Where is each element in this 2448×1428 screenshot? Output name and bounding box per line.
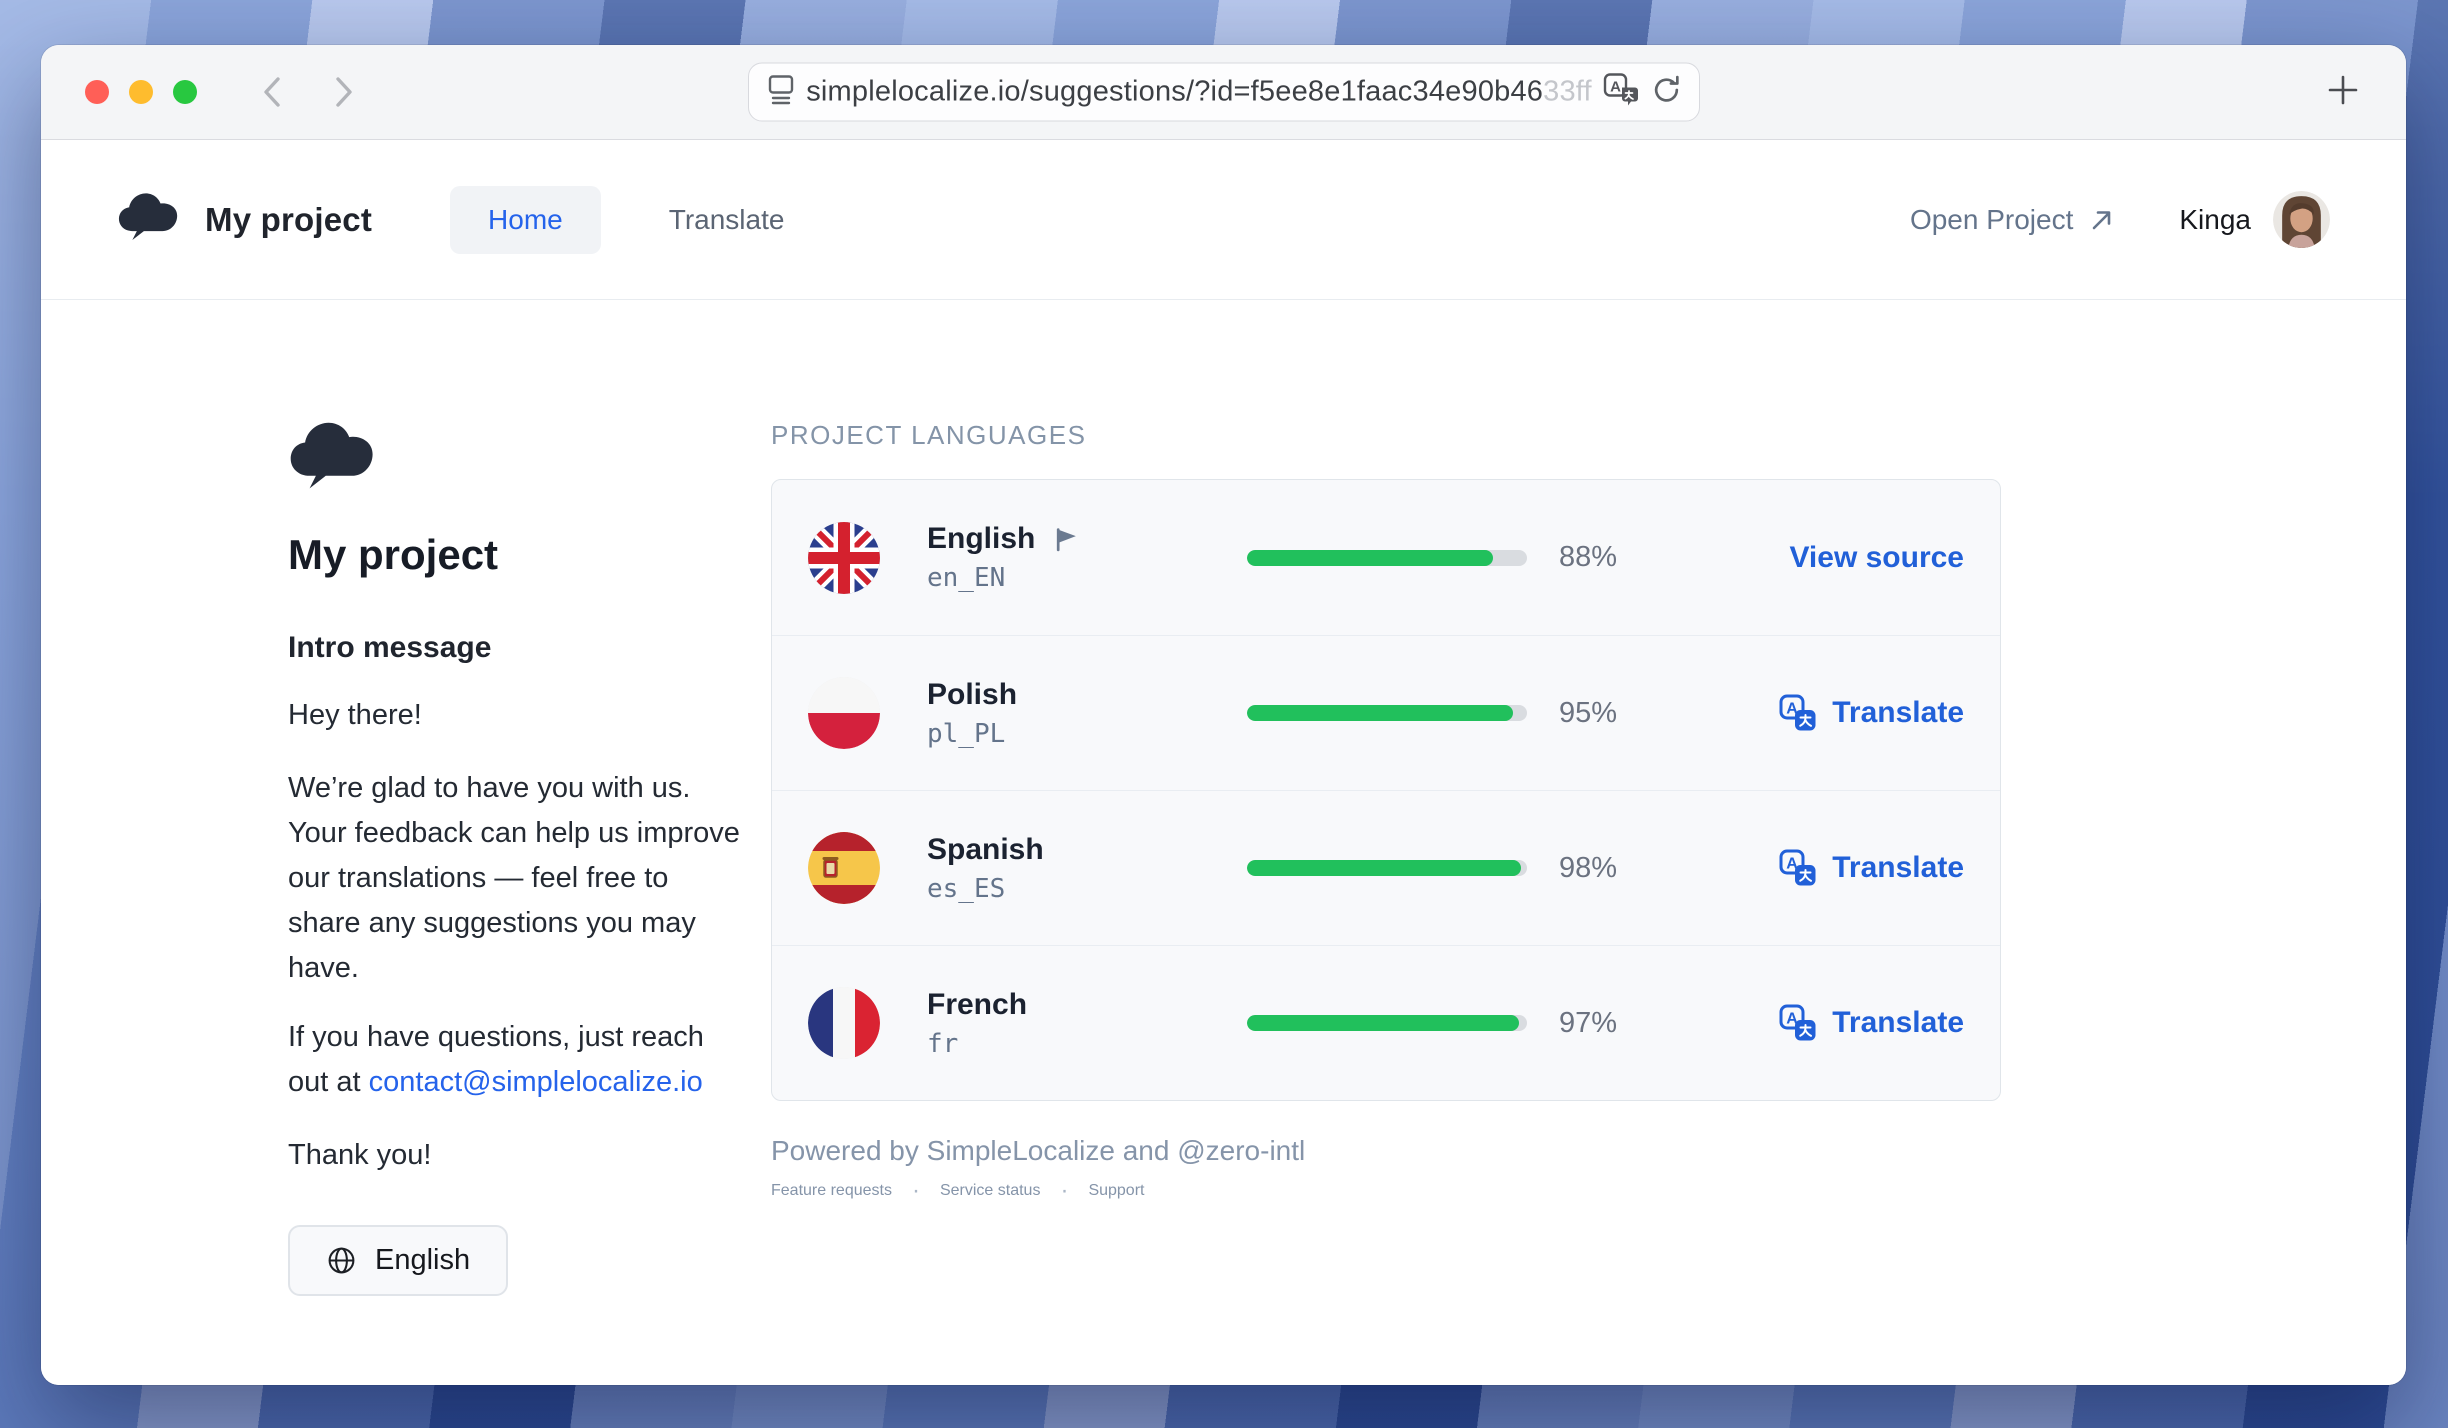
- default-language-flag-icon: [1053, 526, 1080, 553]
- globe-icon: [326, 1245, 357, 1276]
- back-button[interactable]: [259, 72, 285, 112]
- languages-card: English en_EN 88% View source: [771, 479, 2001, 1101]
- page-content: My project Home Translate Open Project K…: [41, 140, 2406, 1385]
- feature-requests-link[interactable]: Feature requests: [771, 1182, 892, 1200]
- minimize-window-button[interactable]: [129, 80, 153, 104]
- intro-contact-line: If you have questions, just reach out at…: [288, 1015, 740, 1105]
- language-code: fr: [927, 1029, 1247, 1059]
- svg-text:A: A: [1610, 79, 1621, 96]
- language-row-polish: Polish pl_PL 95% A Trans: [772, 635, 2000, 790]
- language-name: Polish: [927, 678, 1017, 712]
- france-flag-icon: [808, 987, 880, 1059]
- dot-separator: ·: [1060, 1177, 1068, 1205]
- external-arrow-icon: [2089, 207, 2115, 233]
- tab-home[interactable]: Home: [450, 186, 601, 254]
- main-nav: Home Translate: [450, 186, 822, 254]
- powered-by-text: Powered by SimpleLocalize and @zero-intl: [771, 1135, 2001, 1167]
- dot-separator: ·: [912, 1177, 920, 1205]
- language-switcher-button[interactable]: English: [288, 1225, 508, 1296]
- contact-email-link[interactable]: contact@simplelocalize.io: [369, 1066, 703, 1098]
- avatar[interactable]: [2273, 191, 2330, 248]
- site-settings-icon[interactable]: [765, 73, 797, 112]
- service-status-link[interactable]: Service status: [940, 1182, 1040, 1200]
- translate-link[interactable]: A Translate: [1778, 1003, 1964, 1043]
- site-header: My project Home Translate Open Project K…: [41, 140, 2406, 300]
- new-tab-button[interactable]: [2324, 71, 2362, 114]
- language-row-french: French fr 97% A Translat: [772, 945, 2000, 1100]
- language-code: pl_PL: [927, 719, 1247, 749]
- browser-toolbar: simplelocalize.io/suggestions/?id=f5ee8e…: [41, 45, 2406, 140]
- uk-flag-icon: [808, 522, 880, 594]
- progress-bar: [1247, 860, 1527, 876]
- translate-page-icon[interactable]: A: [1602, 72, 1638, 113]
- intro-panel: My project Intro message Hey there! We’r…: [288, 420, 740, 1385]
- intro-project-title: My project: [288, 531, 740, 579]
- intro-heading: Intro message: [288, 631, 740, 665]
- view-source-link[interactable]: View source: [1789, 541, 1964, 575]
- forward-button[interactable]: [331, 72, 357, 112]
- close-window-button[interactable]: [85, 80, 109, 104]
- cloud-logo-icon: [117, 191, 181, 248]
- browser-window: simplelocalize.io/suggestions/?id=f5ee8e…: [41, 45, 2406, 1385]
- progress-percent: 97%: [1559, 1007, 1643, 1040]
- window-controls: [85, 80, 197, 104]
- progress-bar: [1247, 1015, 1527, 1031]
- spain-flag-icon: [808, 832, 880, 904]
- support-link[interactable]: Support: [1088, 1182, 1144, 1200]
- language-name: English: [927, 522, 1035, 556]
- cloud-logo-large-icon: [288, 420, 740, 497]
- open-project-link[interactable]: Open Project: [1910, 204, 2115, 236]
- progress-percent: 98%: [1559, 852, 1643, 885]
- language-name: Spanish: [927, 833, 1044, 867]
- language-row-english: English en_EN 88% View source: [772, 480, 2000, 635]
- poland-flag-icon: [808, 677, 880, 749]
- language-row-spanish: Spanish es_ES 98% A Tran: [772, 790, 2000, 945]
- translate-link[interactable]: A Translate: [1778, 693, 1964, 733]
- languages-panel: PROJECT LANGUAGES: [771, 420, 2001, 1385]
- footer-links: Feature requests · Service status · Supp…: [771, 1177, 2001, 1205]
- language-code: en_EN: [927, 563, 1247, 593]
- intro-thanks: Thank you!: [288, 1133, 740, 1178]
- progress-bar: [1247, 705, 1527, 721]
- language-code: es_ES: [927, 874, 1247, 904]
- address-bar[interactable]: simplelocalize.io/suggestions/?id=f5ee8e…: [748, 63, 1700, 122]
- progress-percent: 95%: [1559, 697, 1643, 730]
- project-title: My project: [205, 201, 372, 239]
- tab-translate[interactable]: Translate: [631, 186, 823, 254]
- section-title: PROJECT LANGUAGES: [771, 420, 2001, 451]
- intro-greeting: Hey there!: [288, 693, 740, 738]
- user-name: Kinga: [2179, 204, 2251, 236]
- reload-icon[interactable]: [1650, 73, 1683, 111]
- progress-bar: [1247, 550, 1527, 566]
- progress-percent: 88%: [1559, 541, 1643, 574]
- translate-link[interactable]: A Translate: [1778, 848, 1964, 888]
- url-text[interactable]: simplelocalize.io/suggestions/?id=f5ee8e…: [797, 76, 1602, 109]
- intro-paragraph: We’re glad to have you with us. Your fee…: [288, 766, 740, 991]
- language-name: French: [927, 988, 1027, 1022]
- translate-icon: A: [1778, 693, 1818, 733]
- translate-icon: A: [1778, 1003, 1818, 1043]
- zoom-window-button[interactable]: [173, 80, 197, 104]
- translate-icon: A: [1778, 848, 1818, 888]
